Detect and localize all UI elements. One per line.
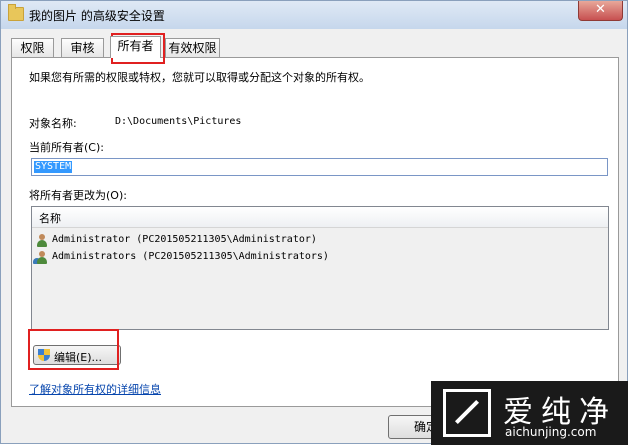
tab-auditing[interactable]: 审核 bbox=[61, 38, 104, 57]
edit-button-highlight bbox=[28, 329, 119, 370]
owner-list[interactable]: 名称 Administrator (PC201505211305\Adminis… bbox=[31, 206, 609, 330]
folder-icon bbox=[8, 4, 24, 21]
object-name-value: D:\Documents\Pictures bbox=[115, 116, 242, 127]
user-icon bbox=[36, 234, 48, 247]
tab-owner[interactable]: 所有者 bbox=[110, 36, 161, 58]
current-owner-label: 当前所有者(C): bbox=[29, 141, 104, 154]
title-bar: 我的图片 的高级安全设置 ✕ bbox=[1, 1, 627, 29]
current-owner-field[interactable]: SYSTEM bbox=[31, 158, 608, 176]
list-header-label: 名称 bbox=[39, 212, 61, 225]
watermark: 爱纯净 aichunjing.com bbox=[431, 381, 628, 445]
change-owner-label: 将所有者更改为(O): bbox=[29, 189, 127, 202]
group-icon bbox=[33, 251, 48, 264]
owner-name: Administrators (PC201505211305\Administr… bbox=[52, 251, 329, 262]
owner-description: 如果您有所需的权限或特权，您就可以取得或分配这个对象的所有权。 bbox=[29, 71, 370, 84]
watermark-logo-icon bbox=[443, 389, 491, 437]
learn-more-link[interactable]: 了解对象所有权的详细信息 bbox=[29, 381, 161, 397]
list-header-name[interactable]: 名称 bbox=[32, 207, 608, 228]
tab-permissions[interactable]: 权限 bbox=[11, 38, 54, 57]
owner-name: Administrator (PC201505211305\Administra… bbox=[52, 234, 317, 245]
close-button[interactable]: ✕ bbox=[578, 1, 623, 21]
current-owner-value: SYSTEM bbox=[34, 161, 73, 173]
advanced-security-window: 我的图片 的高级安全设置 ✕ 权限 审核 所有者 有效权限 如果您有所需的权限或… bbox=[0, 0, 628, 445]
tab-effective-permissions[interactable]: 有效权限 bbox=[165, 38, 220, 57]
watermark-url: aichunjing.com bbox=[505, 425, 597, 439]
object-name-label: 对象名称: bbox=[29, 117, 77, 130]
window-title: 我的图片 的高级安全设置 bbox=[29, 9, 165, 23]
